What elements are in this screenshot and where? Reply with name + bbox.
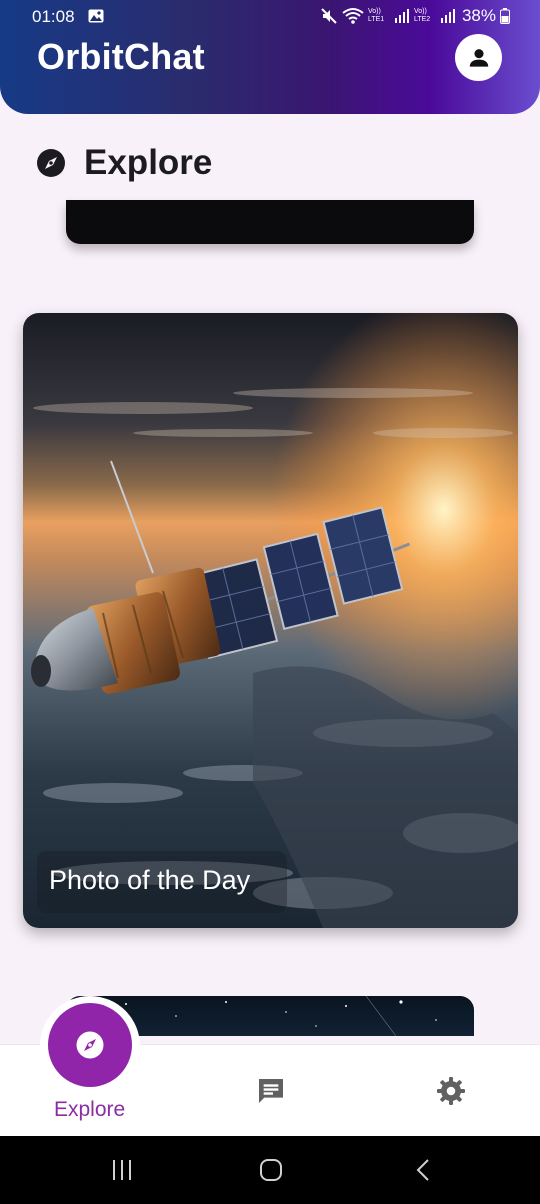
status-icons: Vo)) LTE1 Vo)) LTE2 38%	[320, 6, 510, 26]
photo-of-the-day-card[interactable]: Photo of the Day	[23, 313, 518, 928]
gallery-notification-icon	[88, 9, 104, 23]
gear-icon[interactable]	[435, 1075, 467, 1107]
system-navigation-bar	[0, 1136, 540, 1204]
home-icon[interactable]	[259, 1158, 283, 1182]
recent-apps-icon[interactable]	[110, 1158, 134, 1182]
app-header: 01:08 Vo)) LTE1 Vo)) LTE2 38% OrbitChat	[0, 0, 540, 114]
sim2-label: Vo)) LTE2	[413, 8, 431, 23]
battery-percent: 38%	[461, 6, 496, 25]
app-title: OrbitChat	[37, 36, 205, 77]
satellite-photo	[23, 313, 518, 928]
wifi-icon	[342, 8, 364, 24]
card-caption: Photo of the Day	[49, 865, 251, 895]
signal-1-icon	[394, 9, 409, 23]
profile-button[interactable]	[455, 34, 502, 81]
mute-icon	[321, 8, 337, 24]
status-bar: 01:08 Vo)) LTE1 Vo)) LTE2 38%	[0, 0, 540, 34]
previous-card[interactable]	[66, 200, 474, 244]
nav-explore-button[interactable]	[48, 1003, 132, 1087]
person-icon	[469, 48, 488, 67]
signal-2-icon	[440, 9, 455, 23]
status-time: 01:08	[32, 7, 75, 26]
compass-icon	[76, 1031, 104, 1059]
explore-heading: Explore	[36, 142, 212, 184]
chat-icon[interactable]	[255, 1075, 287, 1107]
page-title: Explore	[84, 143, 213, 182]
compass-icon	[37, 149, 65, 177]
nav-explore-label[interactable]: Explore	[54, 1098, 125, 1122]
sim1-label: Vo)) LTE1	[367, 8, 385, 23]
battery-icon	[500, 8, 510, 24]
back-icon[interactable]	[412, 1158, 436, 1182]
